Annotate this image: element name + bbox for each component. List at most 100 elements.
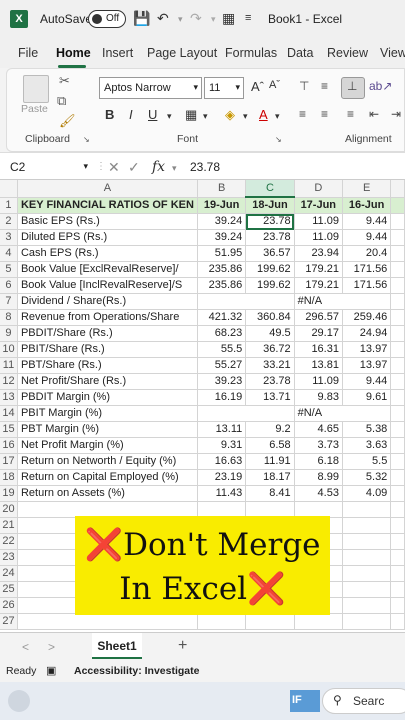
cell[interactable] [390,485,405,502]
cell[interactable] [390,229,405,246]
cell[interactable] [342,565,392,582]
align-left-icon[interactable]: ≡ [299,107,306,121]
cell[interactable]: 6.58 [245,437,295,454]
cell[interactable]: 4.65 [294,421,343,438]
cell[interactable]: 55.27 [197,357,247,374]
fill-color-icon[interactable]: ◈ [225,107,235,123]
cell[interactable]: 13.71 [245,389,295,406]
select-all-corner[interactable] [0,180,18,198]
cell-label[interactable]: Book Value [ExclRevalReserve]/ [17,261,198,278]
cell-label[interactable]: PBDIT Margin (%) [17,389,198,406]
cell[interactable] [390,277,405,294]
row-header[interactable]: 24 [0,565,18,582]
cell[interactable]: 13.11 [197,421,247,438]
cell[interactable]: 9.44 [342,229,392,246]
cell[interactable]: 16.63 [197,453,247,470]
tab-home[interactable]: Home [56,46,91,60]
undo-icon[interactable]: ↶ [157,10,169,27]
chevron-down-icon[interactable]: ▾ [203,111,208,122]
cell-label[interactable]: Return on Assets (%) [17,485,198,502]
tab-page-layout[interactable]: Page Layout [147,46,217,60]
cell[interactable]: 24.94 [342,325,392,342]
cell[interactable] [390,581,405,598]
cell[interactable]: 36.72 [245,341,295,358]
cell[interactable]: 68.23 [197,325,247,342]
macro-record-icon[interactable]: ▣ [46,664,56,677]
cell[interactable]: 13.81 [294,357,343,374]
underline-icon[interactable]: U [148,107,157,122]
cell[interactable]: 9.2 [245,421,295,438]
row-header[interactable]: 20 [0,501,18,518]
cell[interactable]: 39.23 [197,373,247,390]
cell[interactable]: 179.21 [294,261,343,278]
cell[interactable] [390,293,405,310]
row-header[interactable]: 17 [0,453,18,470]
row-header[interactable]: 5 [0,261,18,278]
column-header-selected[interactable]: C [245,180,295,198]
cell[interactable]: 11.09 [294,229,343,246]
cell[interactable] [342,581,392,598]
insert-function-icon[interactable]: fx [152,159,165,175]
undo-dropdown-icon[interactable]: ▾ [178,14,183,25]
row-header[interactable]: 4 [0,245,18,262]
cell[interactable]: 33.21 [245,357,295,374]
formula-input[interactable]: 23.78 [190,160,220,174]
column-header[interactable]: B [197,180,247,198]
font-name-select[interactable]: Aptos Narrow ▾ [99,77,202,99]
tab-formulas[interactable]: Formulas [225,46,277,60]
cell[interactable] [390,565,405,582]
cell[interactable]: 4.53 [294,485,343,502]
cell[interactable]: 259.46 [342,309,392,326]
cell[interactable] [390,341,405,358]
add-sheet-icon[interactable]: + [178,637,187,655]
autosave-toggle[interactable]: Off [88,10,126,28]
cell[interactable]: 23.78 [245,229,295,246]
cell[interactable]: 13.97 [342,357,392,374]
row-header[interactable]: 23 [0,549,18,566]
cell[interactable] [342,613,392,630]
row-header[interactable]: 9 [0,325,18,342]
cell[interactable]: 55.5 [197,341,247,358]
cell[interactable]: 3.73 [294,437,343,454]
cell[interactable] [390,357,405,374]
row-header[interactable]: 27 [0,613,18,630]
cell[interactable]: 36.57 [245,245,295,262]
cell-label[interactable]: Return on Capital Employed (%) [17,469,198,486]
redo-dropdown-icon[interactable]: ▾ [211,14,216,25]
cell-label[interactable]: PBT/Share (Rs.) [17,357,198,374]
cell[interactable]: #N/A [294,293,392,310]
cell-label[interactable]: PBT Margin (%) [17,421,198,438]
cell[interactable]: 51.95 [197,245,247,262]
clipboard-launcher-icon[interactable]: ↘ [83,135,90,144]
cell-label[interactable]: Book Value [InclRevalReserve]/S [17,277,198,294]
column-header[interactable] [390,180,405,198]
cell[interactable] [390,597,405,614]
cell-label[interactable]: Net Profit Margin (%) [17,437,198,454]
cell[interactable] [342,533,392,550]
windows-start-icon[interactable] [8,690,30,712]
row-header[interactable]: 21 [0,517,18,534]
cell[interactable]: 16-Jun [342,197,392,214]
borders-icon[interactable]: ▦ [185,107,197,123]
italic-icon[interactable]: I [129,107,133,122]
cell-label[interactable]: Return on Networth / Equity (%) [17,453,198,470]
table-icon[interactable]: ▦ [222,10,235,27]
cell[interactable]: 360.84 [245,309,295,326]
cell[interactable] [342,501,392,518]
row-header[interactable]: 15 [0,421,18,438]
cell[interactable]: 8.41 [245,485,295,502]
row-header[interactable]: 8 [0,309,18,326]
cell[interactable] [390,501,405,518]
cell[interactable] [390,245,405,262]
row-header[interactable]: 7 [0,293,18,310]
cell[interactable]: 39.24 [197,213,247,230]
cell[interactable] [342,517,392,534]
row-header[interactable]: 11 [0,357,18,374]
cell[interactable]: 199.62 [245,277,295,294]
row-header[interactable]: 26 [0,597,18,614]
row-header[interactable]: 14 [0,405,18,422]
cell[interactable] [390,549,405,566]
row-header[interactable]: 16 [0,437,18,454]
cell[interactable] [390,421,405,438]
paste-icon[interactable] [23,75,49,103]
